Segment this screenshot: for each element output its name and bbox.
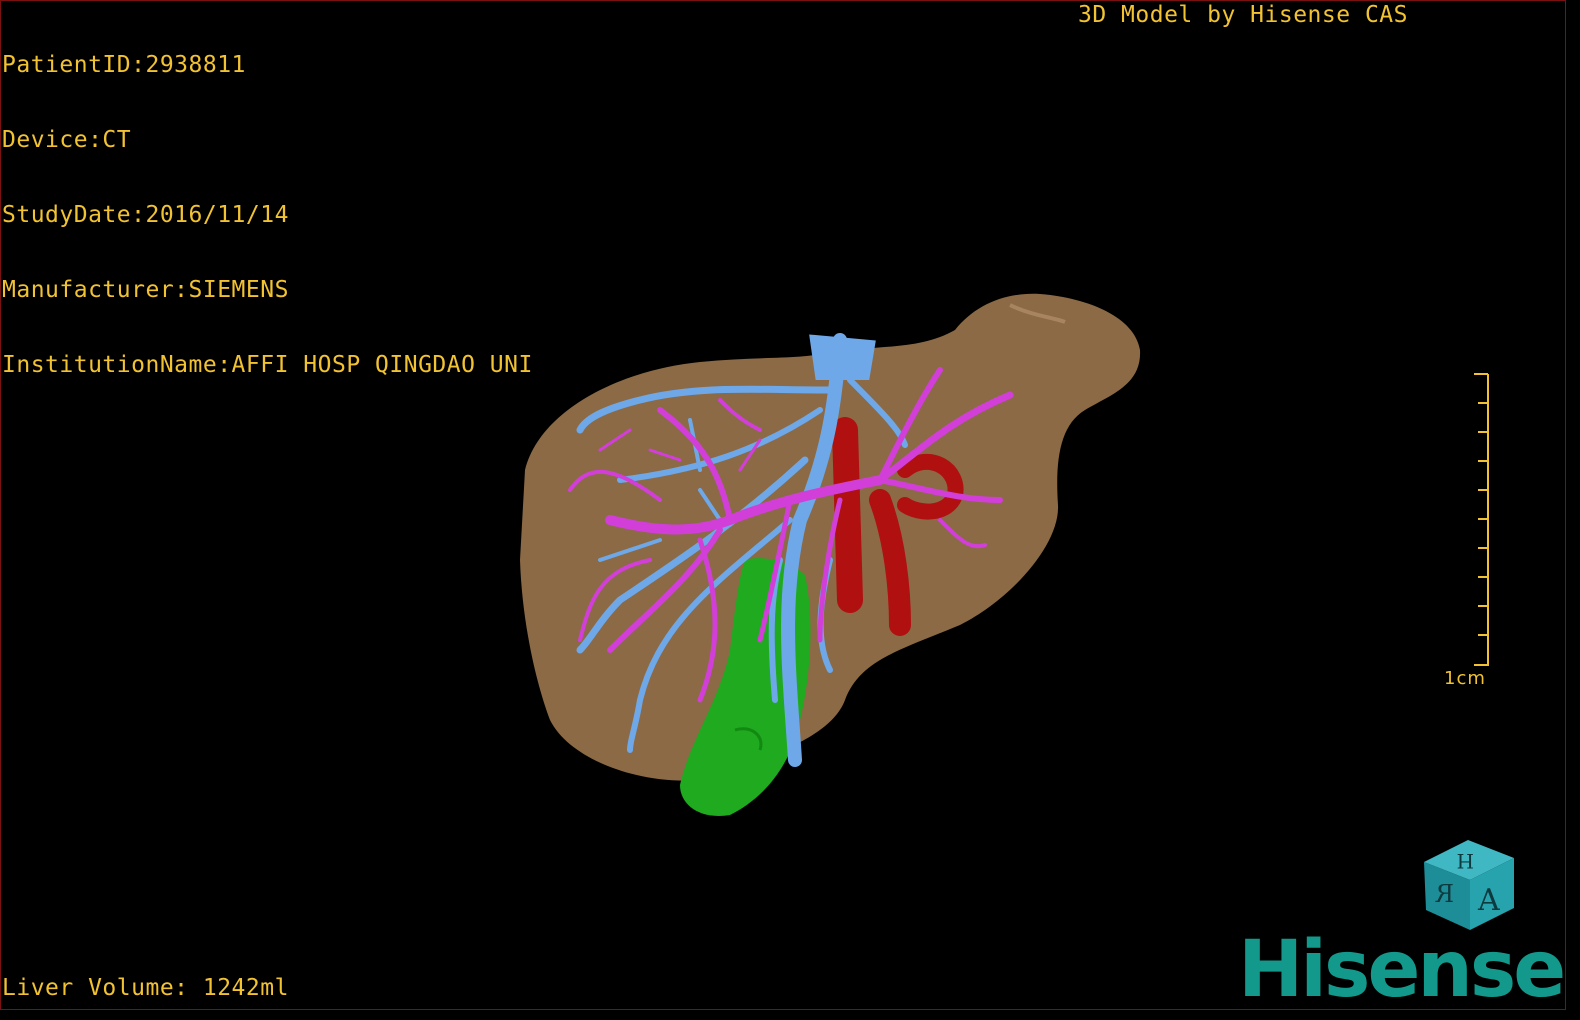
manufacturer-label: Manufacturer:SIEMENS [2,277,289,303]
scale-bar-label: 1cm [1444,668,1486,689]
orientation-cube[interactable]: H R A [1418,836,1518,934]
patient-info-overlay: PatientID:2938811 Device:CT StudyDate:20… [2,3,533,403]
model-credit-label: 3D Model by Hisense CAS [1078,2,1408,28]
liver-volume-label: Liver Volume: 1242ml [2,975,289,1001]
scale-bar [1474,373,1489,666]
cube-top-letter: H [1457,849,1474,873]
study-date-label: StudyDate:2016/11/14 [2,202,289,228]
device-label: Device:CT [2,127,132,153]
institution-label: InstitutionName:AFFI HOSP QINGDAO UNI [2,352,533,378]
cube-front-letter: A [1477,883,1500,918]
hisense-logo: Hisense [1238,925,1566,1015]
patient-id-label: PatientID:2938811 [2,52,246,78]
cube-side-letter: R [1435,880,1454,908]
